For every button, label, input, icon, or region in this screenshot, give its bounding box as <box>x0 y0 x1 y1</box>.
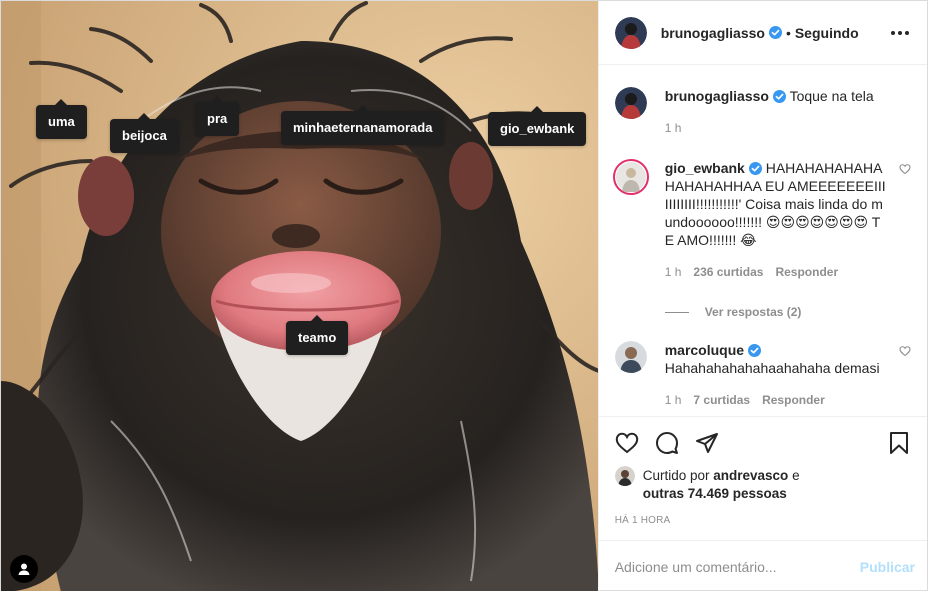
photo-tag-beijoca[interactable]: beijoca <box>110 113 179 153</box>
comment-time[interactable]: 1 h <box>665 393 682 407</box>
commenter-username[interactable]: gio_ewbank <box>665 160 745 176</box>
likes-mid: e <box>792 468 800 483</box>
comment-item: marcoluque Hahahahahahahaahahaha demasi … <box>614 341 911 407</box>
add-comment-bar: Adicione um comentário... Publicar <box>598 540 927 591</box>
more-options-button[interactable] <box>887 23 913 43</box>
post-timestamp[interactable]: HÁ 1 HORA <box>615 515 911 540</box>
comment-likes[interactable]: 236 curtidas <box>693 265 763 279</box>
comment-icon <box>655 432 678 454</box>
photo-tag-teamo[interactable]: teamo <box>286 315 349 355</box>
commenter-avatar[interactable] <box>612 159 649 195</box>
post-media[interactable]: uma beijoca pra minhaeternanamorada gio_… <box>1 1 598 591</box>
comment-input[interactable]: Adicione um comentário... <box>615 559 860 575</box>
commenter-username[interactable]: marcoluque <box>665 342 744 358</box>
likes-count-button[interactable]: outras 74.469 pessoas <box>643 486 787 501</box>
avatar-image <box>614 16 647 49</box>
comment-meta: 1 h 236 curtidas Responder <box>665 265 887 279</box>
photo-tag-minhaeternanamorada[interactable]: minhaeternanamorada <box>281 105 445 145</box>
photo-tag-uma[interactable]: uma <box>36 99 87 139</box>
bookmark-icon <box>890 432 908 454</box>
post-side-panel: brunogagliasso • Seguindo brunogagliasso… <box>597 1 927 591</box>
author-avatar[interactable] <box>614 16 647 49</box>
commenter-avatar[interactable] <box>614 341 647 373</box>
verified-icon <box>748 344 762 357</box>
view-replies-label: Ver respostas (2) <box>704 305 802 319</box>
comment-item: gio_ewbank HAHAHAHAHAHAHAHAHAHHAA EU AME… <box>612 159 911 279</box>
comment-likes[interactable]: 7 curtidas <box>693 393 750 407</box>
view-replies-button[interactable]: Ver respostas (2) <box>664 305 911 319</box>
post-photo <box>1 1 598 591</box>
save-button[interactable] <box>887 431 911 455</box>
reply-button[interactable]: Responder <box>775 265 838 279</box>
like-button[interactable] <box>615 431 639 455</box>
caption-username[interactable]: brunogagliasso <box>665 88 769 104</box>
liker-username[interactable]: andrevasco <box>713 468 788 483</box>
caption-meta: 1 h <box>665 121 887 135</box>
verified-icon <box>768 26 782 39</box>
comments-list[interactable]: brunogagliasso Toque na tela 1 h gio_ewb… <box>599 65 927 416</box>
verified-icon <box>748 162 762 175</box>
comment-button[interactable] <box>655 431 679 455</box>
more-icon <box>891 30 895 35</box>
verified-icon <box>772 90 786 103</box>
comment-meta: 1 h 7 curtidas Responder <box>665 393 887 407</box>
share-icon <box>695 433 718 453</box>
caption-time[interactable]: 1 h <box>665 121 682 135</box>
header-separator: • <box>785 24 791 41</box>
liker-avatar[interactable] <box>614 466 635 486</box>
post-header: brunogagliasso • Seguindo <box>598 1 927 65</box>
comment-text: Hahahahahahahaahahaha demasi <box>664 360 880 376</box>
comment-time[interactable]: 1 h <box>665 265 682 279</box>
author-username[interactable]: brunogagliasso <box>661 25 765 41</box>
heart-icon <box>615 432 638 454</box>
reply-button[interactable]: Responder <box>762 393 825 407</box>
photo-tag-gio-ewbank[interactable]: gio_ewbank <box>488 106 587 146</box>
likes-summary: Curtido por andrevasco e outras 74.469 p… <box>614 466 911 503</box>
likes-prefix: Curtido por <box>642 468 710 483</box>
tagged-users-button[interactable] <box>10 555 38 583</box>
action-icons <box>615 419 911 467</box>
instagram-post-modal: uma beijoca pra minhaeternanamorada gio_… <box>0 0 928 591</box>
post-actions: Curtido por andrevasco e outras 74.469 p… <box>598 416 927 540</box>
photo-tag-pra[interactable]: pra <box>195 96 240 136</box>
heart-icon[interactable] <box>899 345 911 357</box>
caption-text: Toque na tela <box>789 88 874 104</box>
person-icon <box>18 563 30 575</box>
publish-button[interactable]: Publicar <box>860 559 915 575</box>
heart-icon[interactable] <box>899 163 911 175</box>
caption: brunogagliasso Toque na tela 1 h <box>614 87 911 135</box>
follow-status-button[interactable]: Seguindo <box>795 25 859 41</box>
likes-text: Curtido por andrevasco e outras 74.469 p… <box>643 467 800 503</box>
caption-avatar[interactable] <box>614 87 647 119</box>
share-button[interactable] <box>695 431 719 455</box>
